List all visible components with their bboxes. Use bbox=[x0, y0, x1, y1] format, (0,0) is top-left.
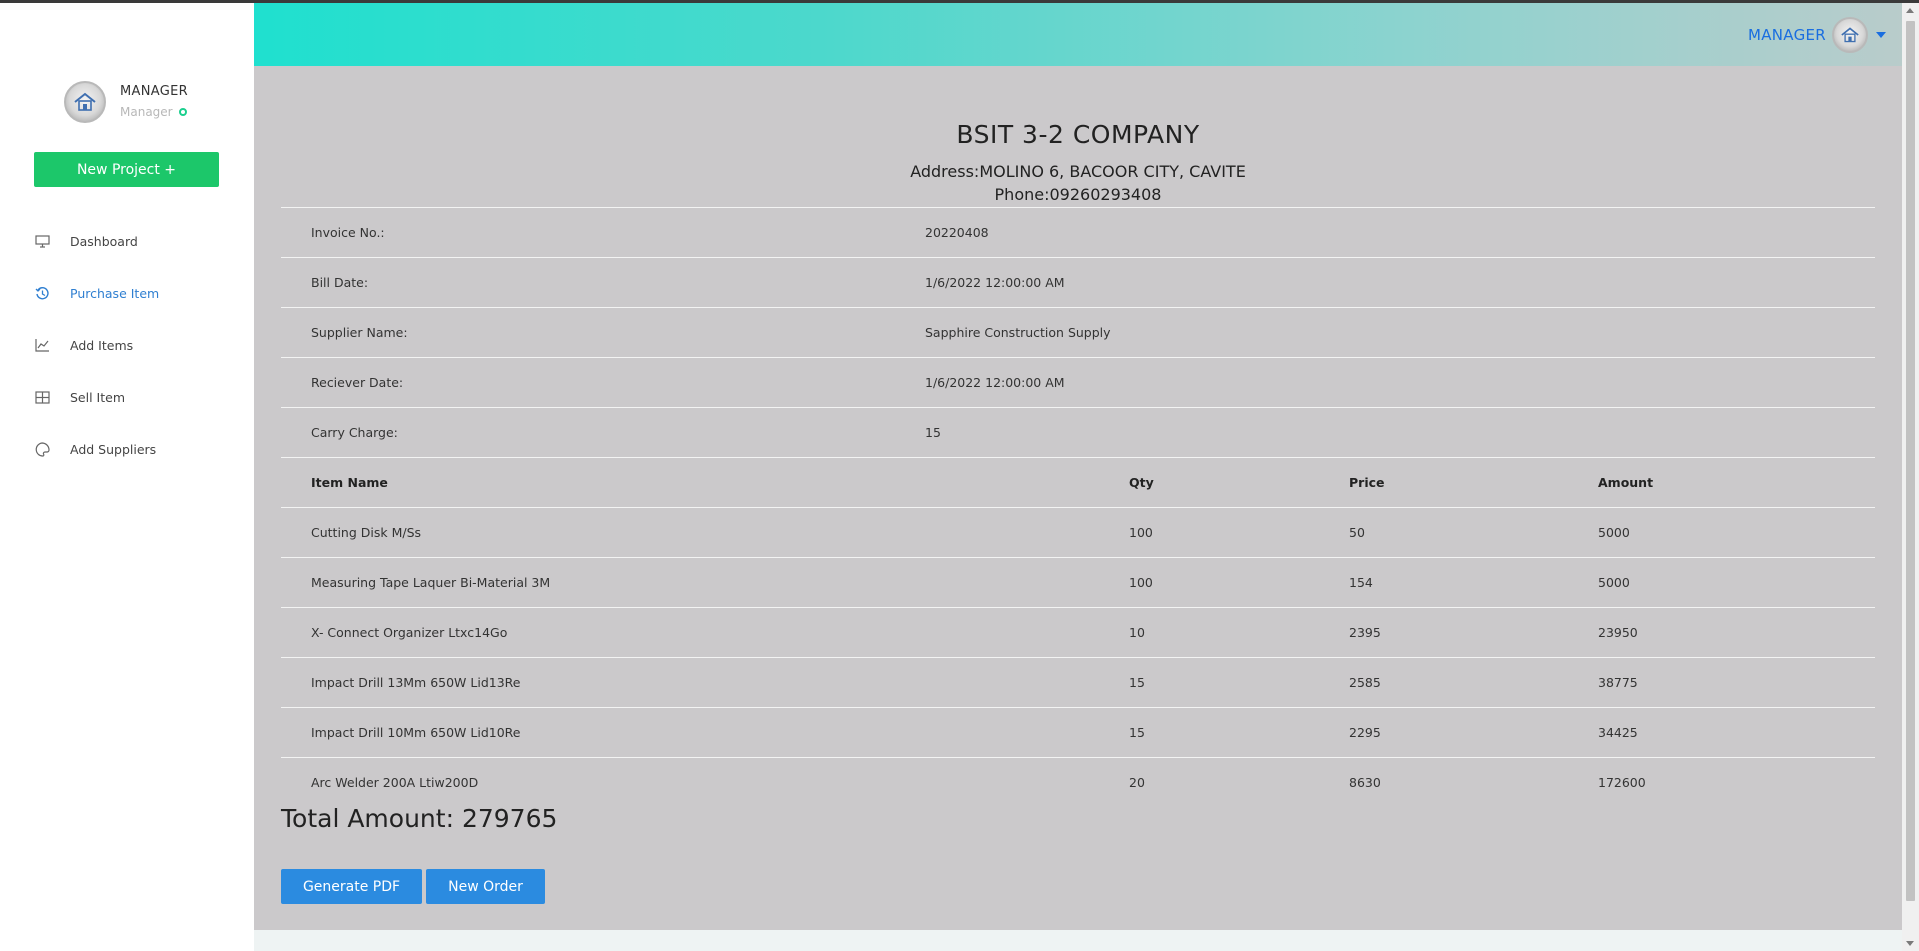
sidebar-item-sell-item[interactable]: Sell Item bbox=[34, 371, 234, 423]
item-name-cell: X- Connect Organizer Ltxc14Go bbox=[311, 625, 508, 640]
item-name-cell: Arc Welder 200A Ltiw200D bbox=[311, 775, 479, 790]
column-header-amount: Amount bbox=[1598, 475, 1654, 490]
qty-cell: 15 bbox=[1129, 725, 1145, 740]
scrollbar-thumb[interactable] bbox=[1906, 21, 1915, 901]
user-menu-dropdown[interactable]: MANAGER bbox=[1748, 17, 1886, 53]
invoice-panel: BSIT 3-2 COMPANY Address:MOLINO 6, BACOO… bbox=[254, 66, 1902, 930]
table-row: Arc Welder 200A Ltiw200D 20 8630 172600 bbox=[281, 757, 1875, 807]
amount-cell: 34425 bbox=[1598, 725, 1638, 740]
item-name-cell: Impact Drill 10Mm 650W Lid10Re bbox=[311, 725, 521, 740]
company-name: BSIT 3-2 COMPANY bbox=[956, 120, 1200, 149]
supplier-name-label: Supplier Name: bbox=[311, 325, 408, 340]
column-header-item-name: Item Name bbox=[311, 475, 388, 490]
company-address: Address:MOLINO 6, BACOOR CITY, CAVITE bbox=[910, 162, 1246, 181]
item-name-cell: Measuring Tape Laquer Bi-Material 3M bbox=[311, 575, 551, 590]
price-cell: 50 bbox=[1349, 525, 1365, 540]
sidebar-item-label: Add Items bbox=[70, 337, 134, 353]
user-avatar bbox=[1832, 17, 1868, 53]
new-order-button[interactable]: New Order bbox=[426, 869, 545, 904]
table-row: Impact Drill 13Mm 650W Lid13Re 15 2585 3… bbox=[281, 657, 1875, 707]
profile-name: MANAGER bbox=[120, 84, 188, 99]
top-header: MANAGER bbox=[254, 3, 1902, 66]
new-project-button[interactable]: New Project + bbox=[34, 152, 219, 187]
invoice-field-row: Reciever Date: 1/6/2022 12:00:00 AM bbox=[281, 357, 1875, 407]
items-table-header: Item Name Qty Price Amount bbox=[281, 457, 1875, 507]
invoice-field-row: Invoice No.: 20220408 bbox=[281, 207, 1875, 257]
sidebar-profile: MANAGER Manager bbox=[64, 81, 188, 123]
company-phone: Phone:09260293408 bbox=[994, 185, 1162, 204]
receiver-date-label: Reciever Date: bbox=[311, 375, 404, 390]
sidebar-item-label: Add Suppliers bbox=[70, 441, 157, 457]
qty-cell: 100 bbox=[1129, 575, 1153, 590]
sidebar-item-label: Purchase Item bbox=[70, 285, 160, 301]
item-name-cell: Impact Drill 13Mm 650W Lid13Re bbox=[311, 675, 521, 690]
amount-cell: 38775 bbox=[1598, 675, 1638, 690]
profile-role: Manager bbox=[120, 105, 188, 119]
qty-cell: 100 bbox=[1129, 525, 1153, 540]
table-row: Impact Drill 10Mm 650W Lid10Re 15 2295 3… bbox=[281, 707, 1875, 757]
invoice-field-row: Bill Date: 1/6/2022 12:00:00 AM bbox=[281, 257, 1875, 307]
house-logo-icon bbox=[74, 92, 96, 111]
table-grid-icon bbox=[34, 389, 50, 405]
line-chart-icon bbox=[34, 337, 50, 353]
sidebar: MANAGER Manager New Project + Dashboard … bbox=[0, 3, 254, 951]
sidebar-nav: Dashboard Purchase Item Add Items Sell I… bbox=[34, 215, 234, 475]
carry-charge-value: 15 bbox=[925, 425, 941, 440]
amount-cell: 5000 bbox=[1598, 575, 1630, 590]
monitor-icon bbox=[34, 233, 50, 249]
sidebar-item-dashboard[interactable]: Dashboard bbox=[34, 215, 234, 267]
table-row: Cutting Disk M/Ss 100 50 5000 bbox=[281, 507, 1875, 557]
price-cell: 2395 bbox=[1349, 625, 1381, 640]
qty-cell: 20 bbox=[1129, 775, 1145, 790]
table-row: X- Connect Organizer Ltxc14Go 10 2395 23… bbox=[281, 607, 1875, 657]
bill-date-value: 1/6/2022 12:00:00 AM bbox=[925, 275, 1065, 290]
palette-icon bbox=[34, 441, 50, 457]
price-cell: 2295 bbox=[1349, 725, 1381, 740]
sidebar-item-purchase-item[interactable]: Purchase Item bbox=[34, 267, 234, 319]
total-amount: Total Amount: 279765 bbox=[281, 804, 558, 833]
table-row: Measuring Tape Laquer Bi-Material 3M 100… bbox=[281, 557, 1875, 607]
scroll-down-arrow-icon[interactable] bbox=[1906, 941, 1914, 946]
qty-cell: 15 bbox=[1129, 675, 1145, 690]
sidebar-item-add-items[interactable]: Add Items bbox=[34, 319, 234, 371]
invoice-field-row: Carry Charge: 15 bbox=[281, 407, 1875, 457]
invoice-table: Invoice No.: 20220408 Bill Date: 1/6/202… bbox=[281, 207, 1875, 807]
avatar bbox=[64, 81, 106, 123]
supplier-name-value: Sapphire Construction Supply bbox=[925, 325, 1111, 340]
price-cell: 2585 bbox=[1349, 675, 1381, 690]
history-icon bbox=[34, 285, 50, 301]
column-header-qty: Qty bbox=[1129, 475, 1154, 490]
qty-cell: 10 bbox=[1129, 625, 1145, 640]
generate-pdf-button[interactable]: Generate PDF bbox=[281, 869, 422, 904]
invoice-number-label: Invoice No.: bbox=[311, 225, 385, 240]
amount-cell: 5000 bbox=[1598, 525, 1630, 540]
footer-strip bbox=[254, 930, 1902, 951]
sidebar-item-label: Dashboard bbox=[70, 233, 138, 249]
bill-date-label: Bill Date: bbox=[311, 275, 369, 290]
receiver-date-value: 1/6/2022 12:00:00 AM bbox=[925, 375, 1065, 390]
house-logo-icon bbox=[1841, 27, 1859, 43]
chevron-down-icon bbox=[1876, 32, 1886, 38]
amount-cell: 23950 bbox=[1598, 625, 1638, 640]
item-name-cell: Cutting Disk M/Ss bbox=[311, 525, 422, 540]
invoice-field-row: Supplier Name: Sapphire Construction Sup… bbox=[281, 307, 1875, 357]
amount-cell: 172600 bbox=[1598, 775, 1646, 790]
column-header-price: Price bbox=[1349, 475, 1385, 490]
price-cell: 154 bbox=[1349, 575, 1373, 590]
carry-charge-label: Carry Charge: bbox=[311, 425, 398, 440]
sidebar-item-add-suppliers[interactable]: Add Suppliers bbox=[34, 423, 234, 475]
profile-role-label: Manager bbox=[120, 105, 173, 119]
invoice-number-value: 20220408 bbox=[925, 225, 989, 240]
vertical-scrollbar[interactable] bbox=[1902, 3, 1919, 951]
scroll-up-arrow-icon[interactable] bbox=[1906, 8, 1914, 13]
sidebar-item-label: Sell Item bbox=[70, 389, 125, 405]
user-menu-label: MANAGER bbox=[1747, 26, 1826, 44]
online-status-icon bbox=[178, 108, 187, 116]
price-cell: 8630 bbox=[1349, 775, 1381, 790]
